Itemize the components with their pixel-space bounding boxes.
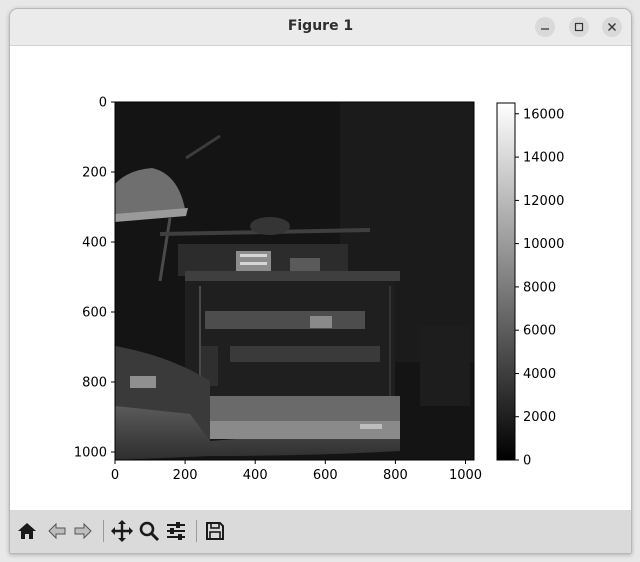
y-tick-label: 200 — [82, 166, 107, 181]
home-button[interactable] — [14, 518, 40, 544]
y-tick-label: 800 — [82, 376, 107, 391]
toolbar-separator — [196, 520, 197, 542]
colorbar-tick-label: 12000 — [523, 194, 564, 209]
minimize-icon — [541, 28, 549, 30]
colorbar-tick-label: 10000 — [523, 237, 564, 252]
colorbar-tick-label: 0 — [523, 454, 531, 469]
figure-canvas: 0 200 400 600 800 1000 0 200 400 600 800 — [74, 96, 564, 484]
x-tick-label: 800 — [383, 468, 408, 483]
x-axis: 0 200 400 600 800 1000 — [111, 460, 482, 483]
title-bar: Figure 1 — [10, 9, 631, 46]
x-tick-label: 200 — [173, 468, 198, 483]
close-button[interactable] — [602, 17, 622, 37]
close-icon — [608, 23, 616, 31]
toolbar-separator — [103, 520, 104, 542]
back-button[interactable] — [44, 518, 70, 544]
y-tick-label: 1000 — [74, 446, 107, 461]
colorbar-tick-label: 14000 — [523, 151, 564, 166]
forward-button[interactable] — [70, 518, 96, 544]
zoom-icon — [139, 521, 160, 542]
home-icon — [18, 523, 36, 539]
configure-button[interactable] — [163, 518, 189, 544]
x-tick-label: 1000 — [449, 468, 482, 483]
figure-window: Figure 1 0 200 400 600 800 1000 0 200 40… — [9, 8, 632, 554]
forward-icon — [74, 522, 92, 540]
x-tick-label: 400 — [243, 468, 268, 483]
image-plot — [115, 102, 474, 460]
navigation-toolbar — [10, 510, 631, 553]
zoom-button[interactable] — [136, 518, 162, 544]
y-tick-label: 600 — [82, 306, 107, 321]
colorbar-tick-label: 16000 — [523, 107, 564, 122]
y-axis: 0 200 400 600 800 1000 — [74, 96, 115, 461]
y-tick-label: 0 — [99, 96, 107, 111]
colorbar-tick-label: 8000 — [523, 280, 556, 295]
save-icon — [206, 522, 224, 540]
configure-icon — [167, 522, 185, 540]
base-label — [360, 424, 382, 429]
maximize-button[interactable] — [569, 17, 589, 37]
x-tick-label: 600 — [313, 468, 338, 483]
y-tick-label: 400 — [82, 236, 107, 251]
x-tick-label: 0 — [111, 468, 119, 483]
back-icon — [48, 522, 66, 540]
colorbar-tick-label: 6000 — [523, 324, 556, 339]
shelf-top — [185, 271, 400, 281]
colorbar-axis: 0 2000 4000 6000 8000 10000 12000 14000 … — [515, 107, 564, 469]
maximize-icon — [574, 22, 584, 32]
pan-button[interactable] — [109, 518, 135, 544]
plot-area[interactable]: 0 200 400 600 800 1000 0 200 400 600 800 — [10, 46, 631, 510]
save-button[interactable] — [202, 518, 228, 544]
pan-icon — [111, 520, 133, 542]
colorbar-tick-label: 4000 — [523, 367, 556, 382]
minimize-button[interactable] — [535, 17, 555, 37]
colorbar — [496, 102, 516, 461]
rotor-hub — [250, 217, 290, 235]
colorbar-tick-label: 2000 — [523, 410, 556, 425]
